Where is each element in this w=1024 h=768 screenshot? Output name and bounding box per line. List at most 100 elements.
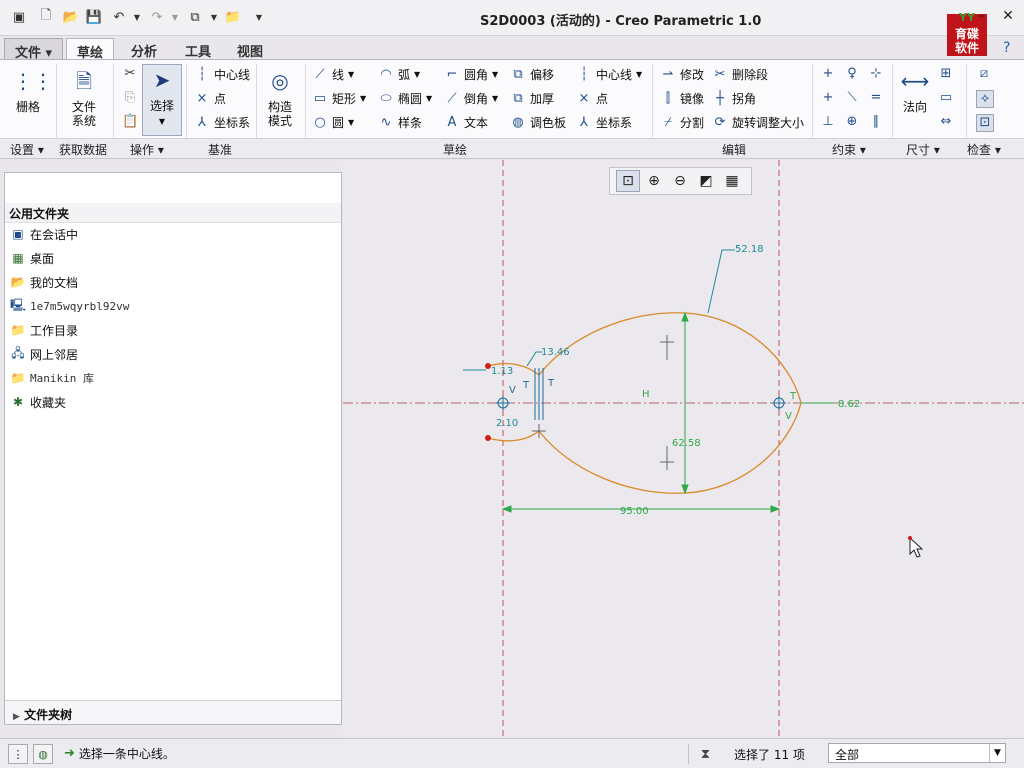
- coincident-constraint-icon[interactable]: ⟍: [844, 90, 860, 106]
- display-style-icon[interactable]: ▦: [720, 170, 744, 192]
- chevron-down-icon[interactable]: ▼: [989, 744, 1005, 762]
- save-icon[interactable]: 💾: [85, 8, 103, 26]
- app-window-icon[interactable]: ▣: [10, 8, 28, 26]
- toggle-browser-icon[interactable]: ◍: [33, 744, 53, 764]
- cut-icon[interactable]: ✂: [122, 66, 138, 82]
- thicken-button[interactable]: ⧉ 加厚: [510, 90, 554, 107]
- zoom-out-icon[interactable]: ⊖: [668, 170, 692, 192]
- nav-item-desktop[interactable]: ▦ 桌面: [10, 248, 54, 268]
- tangent-constraint-icon[interactable]: ♀: [844, 66, 860, 82]
- tab-sketch[interactable]: 草绘: [66, 38, 115, 61]
- normal-dimension-button[interactable]: ⟷ 法向: [898, 66, 932, 114]
- palette-button[interactable]: ◍ 调色板: [510, 114, 566, 131]
- file-system-button[interactable]: 🗎 文件 系统: [64, 66, 104, 128]
- mirror-button[interactable]: ⫿ 镜像: [660, 90, 704, 107]
- perimeter-dimension-icon[interactable]: ⊞: [938, 66, 954, 82]
- sketch-point-button[interactable]: × 点: [576, 90, 608, 107]
- close-window-button[interactable]: ✕: [1000, 8, 1016, 24]
- group-constrain[interactable]: 约束 ▾: [832, 141, 866, 158]
- paste-icon[interactable]: 📋: [122, 114, 138, 130]
- rect-button[interactable]: ▭ 矩形 ▼: [312, 90, 366, 107]
- horizontal-constraint-icon[interactable]: +: [820, 90, 836, 106]
- copy-icon[interactable]: ⎘: [122, 90, 138, 106]
- rect-icon: ▭: [313, 90, 327, 106]
- group-operations[interactable]: 操作 ▾: [130, 141, 164, 158]
- undo-icon[interactable]: ↶: [110, 8, 128, 26]
- tab-tools[interactable]: 工具: [175, 38, 221, 60]
- text-button[interactable]: A 文本: [444, 114, 488, 131]
- help-icon[interactable]: ?: [1003, 40, 1010, 56]
- graphics-canvas[interactable]: 52.18 13.46 1.13 2.10 62.58 95.00 8.62 H…: [343, 160, 1024, 738]
- datum-centerline-button[interactable]: ┆ 中心线: [194, 66, 250, 83]
- parallel-constraint-icon[interactable]: ∥: [868, 114, 884, 130]
- overlap-inspect-icon[interactable]: ⧄: [976, 66, 992, 82]
- nav-item-working-dir[interactable]: 📁 工作目录: [10, 320, 79, 340]
- working-dir-icon: 📁: [10, 323, 26, 337]
- customize-icon[interactable]: ▼: [250, 8, 268, 26]
- new-icon[interactable]: 🗋: [37, 8, 55, 26]
- fillet-button[interactable]: ⌐ 圆角 ▼: [444, 66, 499, 83]
- perpendicular-constraint-icon[interactable]: ⊥: [820, 114, 836, 130]
- nav-item-manikin[interactable]: 📁 Manikin 库: [10, 368, 94, 388]
- nav-item-in-session[interactable]: ▣ 在会话中: [10, 224, 78, 244]
- ellipse-button[interactable]: ⬭ 椭圆 ▼: [378, 90, 432, 107]
- refit-icon[interactable]: ⊡: [616, 170, 640, 192]
- nav-item-my-documents[interactable]: 📂 我的文档: [10, 272, 79, 292]
- spline-button[interactable]: ∿ 样条: [378, 114, 422, 131]
- undo-dropdown-icon[interactable]: ▼: [128, 8, 146, 26]
- nav-item-computer[interactable]: 🖳 1e7m5wqyrbl92vw: [10, 296, 129, 316]
- repaint-icon[interactable]: ◩: [694, 170, 718, 192]
- dim-95-00: 95.00: [620, 506, 649, 517]
- reference-dimension-icon[interactable]: ▭: [938, 90, 954, 106]
- circle-button[interactable]: ○ 圆 ▼: [312, 114, 354, 131]
- midpoint-constraint-icon[interactable]: ⊹: [868, 66, 884, 82]
- redo-dropdown-icon[interactable]: ▼: [166, 8, 184, 26]
- sketch-centerline-button[interactable]: ┆ 中心线 ▼: [576, 66, 642, 83]
- datum-coord-sys-button[interactable]: ⅄ 坐标系: [194, 114, 250, 131]
- filter-select[interactable]: 全部 ▼: [828, 743, 1006, 763]
- corner-button[interactable]: ┼ 拐角: [712, 90, 756, 107]
- delete-segment-button[interactable]: ✂ 删除段: [712, 66, 768, 83]
- selection-filter-icon[interactable]: ⧗: [688, 744, 722, 764]
- shade-closed-loops-icon[interactable]: ⊡: [976, 114, 994, 132]
- symmetric-constraint-icon[interactable]: ⊕: [844, 114, 860, 130]
- group-setup[interactable]: 设置 ▾: [10, 141, 44, 158]
- group-inspect[interactable]: 检查 ▾: [967, 141, 1001, 158]
- divide-button[interactable]: ⌿ 分割: [660, 114, 704, 131]
- folder-icon[interactable]: 📁: [224, 8, 242, 26]
- tab-view[interactable]: 视图: [227, 38, 273, 60]
- select-button[interactable]: ➤ 选择 ▼: [142, 64, 182, 136]
- tab-file[interactable]: 文件 ▾: [4, 38, 64, 61]
- arc-button[interactable]: ◠ 弧 ▼: [378, 66, 420, 83]
- minimize-button[interactable]: –: [973, 8, 989, 24]
- highlight-open-ends-icon[interactable]: ⟡: [976, 90, 994, 108]
- nav-item-favorites[interactable]: ✱ 收藏夹: [10, 392, 66, 412]
- chamfer-button[interactable]: ⟋ 倒角 ▼: [444, 90, 498, 107]
- group-dimension[interactable]: 尺寸 ▾: [906, 141, 940, 158]
- windows-icon[interactable]: ⧉: [186, 8, 204, 26]
- rotate-resize-button[interactable]: ⟳ 旋转调整大小: [712, 114, 804, 131]
- open-icon[interactable]: 📂: [62, 8, 80, 26]
- offset-button[interactable]: ⧉ 偏移: [510, 66, 554, 83]
- sketch-svg[interactable]: 52.18 13.46 1.13 2.10 62.58 95.00 8.62 H…: [343, 160, 1024, 738]
- folder-tree-toggle[interactable]: ▶ 文件夹树: [5, 700, 341, 724]
- equal-constraint-icon[interactable]: =: [868, 90, 884, 106]
- zoom-in-icon[interactable]: ⊕: [642, 170, 666, 192]
- coord-sys-icon: ⅄: [198, 114, 206, 130]
- construct-mode-button[interactable]: ◎ 构造 模式: [262, 66, 298, 128]
- toggle-navigator-icon[interactable]: ⋮: [8, 744, 28, 764]
- sketch-coord-sys-button[interactable]: ⅄ 坐标系: [576, 114, 632, 131]
- grid-button[interactable]: ⋮⋮ 栅格: [8, 66, 53, 114]
- tab-analysis[interactable]: 分析: [121, 38, 167, 60]
- line-button[interactable]: ⟋ 线 ▼: [312, 66, 354, 83]
- redo-icon[interactable]: ↷: [148, 8, 166, 26]
- vertical-constraint-icon[interactable]: +: [820, 66, 836, 82]
- baseline-dimension-icon[interactable]: ⇔: [938, 114, 954, 130]
- dim-62-58: 62.58: [672, 438, 701, 449]
- windows-dropdown-icon[interactable]: ▼: [205, 8, 223, 26]
- datum-point-button[interactable]: × 点: [194, 90, 226, 107]
- nav-item-network[interactable]: 🖧 网上邻居: [10, 344, 78, 364]
- modify-button[interactable]: ⇀ 修改: [660, 66, 704, 83]
- constraint-t1: T: [522, 380, 530, 391]
- delete-segment-icon: ✂: [714, 66, 726, 82]
